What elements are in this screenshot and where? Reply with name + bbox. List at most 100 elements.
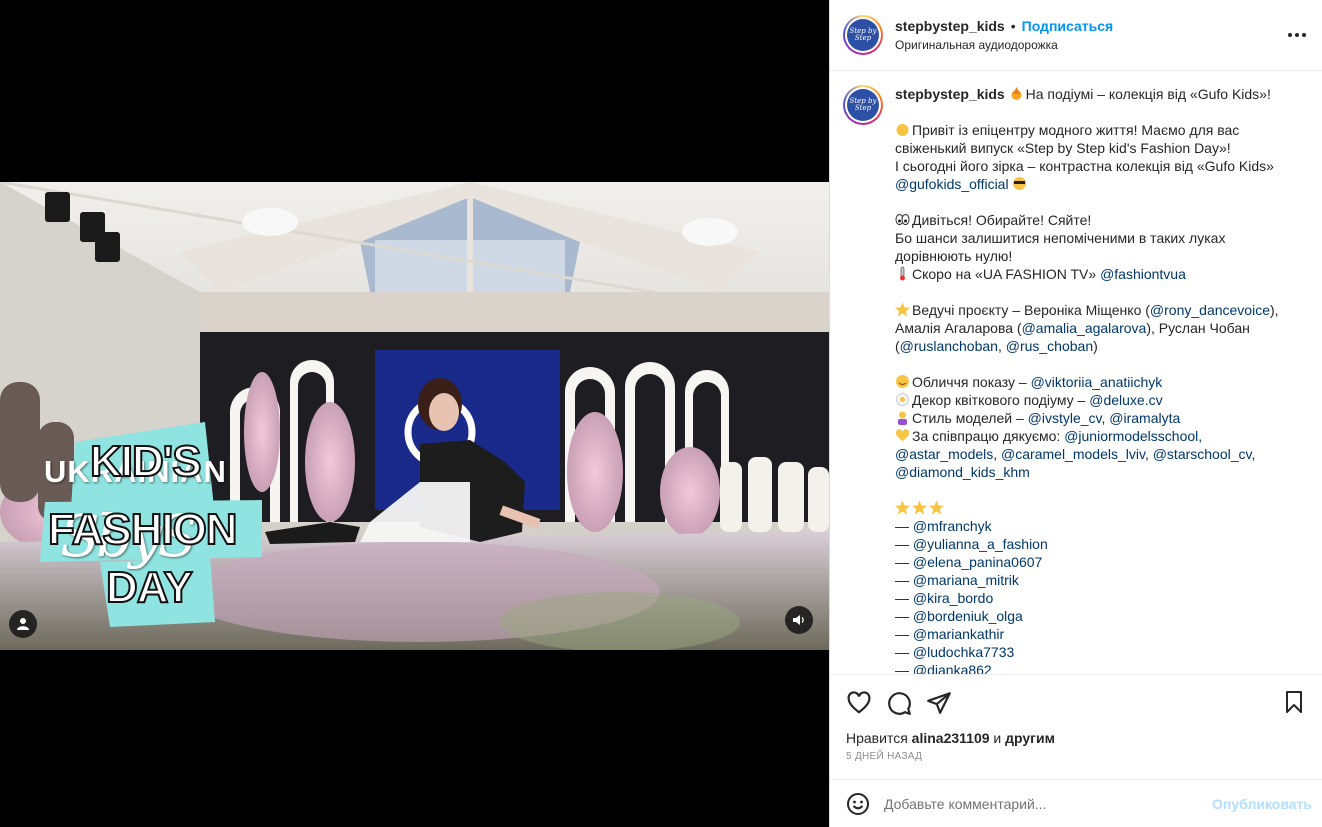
comment-icon[interactable]: [886, 690, 912, 716]
mention-link[interactable]: @fashiontvua: [1100, 266, 1186, 282]
flower-emoji-icon: [896, 393, 909, 406]
caption-area: Step by Step stepbystep_kids На подіумі …: [830, 71, 1322, 675]
liker-username[interactable]: alina231109: [912, 730, 990, 746]
fire-emoji-icon: [1011, 87, 1022, 100]
caption-text-segment: Скоро на «UA FASHION TV»: [912, 266, 1101, 282]
author-avatar[interactable]: Step by Step: [843, 15, 883, 55]
mention-link[interactable]: @bordeniuk_olga: [913, 608, 1023, 624]
likes-conjunction: и: [993, 730, 1002, 746]
caption-text-suffix: ), Руслан Чобан: [1146, 320, 1250, 336]
caption-line: [895, 355, 1295, 373]
bookmark-icon[interactable]: [1282, 690, 1306, 714]
sunglasses-emoji-icon: [1013, 177, 1027, 190]
caption-separator: ,: [1251, 446, 1256, 462]
caption-line: [895, 103, 1295, 121]
speaker-icon: [793, 615, 804, 625]
mention-link[interactable]: @amalia_agalarova: [1022, 320, 1147, 336]
caption-line: За співпрацю дякуємо: @juniormodelsschoo…: [895, 427, 1295, 445]
caption-text-segment: —: [895, 662, 913, 675]
more-options-button[interactable]: [1288, 33, 1306, 37]
mention-link[interactable]: @iramalyta: [1109, 410, 1180, 426]
mention-link[interactable]: @mariankathir: [913, 626, 1004, 642]
comment-input[interactable]: [884, 795, 1204, 812]
mention-link[interactable]: @diamond_kids_khm: [895, 464, 1030, 480]
author-username[interactable]: stepbystep_kids: [895, 18, 1005, 34]
caption-text-segment: На подіумі – колекція від «Gufo Kids»!: [1025, 86, 1271, 102]
wave-emoji-icon: [896, 124, 909, 136]
likes-summary: Нравится alina231109 и другим: [830, 730, 1322, 746]
caption-line: @diamond_kids_khm: [895, 463, 1295, 481]
mention-link[interactable]: @gufokids_official: [895, 176, 1009, 192]
audio-link[interactable]: Оригинальная аудиодорожка: [895, 38, 1113, 52]
mention-link[interactable]: @caramel_models_lviv: [1001, 446, 1145, 462]
caption-text-segment: дорівнюють нулю!: [895, 248, 1013, 264]
mention-link[interactable]: @astar_models: [895, 446, 993, 462]
mention-link[interactable]: @elena_panina0607: [913, 554, 1042, 570]
caption-author-avatar[interactable]: Step by Step: [843, 85, 883, 125]
caption-line: Ведучі проєкту – Вероніка Міщенко (@rony…: [895, 301, 1295, 319]
subscribe-button[interactable]: Подписаться: [1022, 18, 1114, 34]
more-icon: [1288, 33, 1292, 37]
caption-text-segment: —: [895, 644, 913, 660]
mention-link[interactable]: @juniormodelsschool,: [1064, 428, 1202, 444]
separator-dot: •: [1010, 18, 1016, 34]
mention-link[interactable]: @mariana_mitrik: [913, 572, 1019, 588]
avatar-logo: Step by Step: [847, 89, 879, 121]
caption-text-segment: свіженький випуск «Step by Step kid's Fa…: [895, 140, 1231, 156]
caption-line: stepbystep_kids На подіумі – колекція ві…: [895, 85, 1295, 103]
mention-link[interactable]: @yulianna_a_fashion: [913, 536, 1048, 552]
mute-button[interactable]: [785, 606, 813, 634]
mention-link[interactable]: @ivstyle_cv: [1028, 410, 1102, 426]
post-sidebar: Step by Step stepbystep_kids • Подписать…: [829, 0, 1322, 827]
caption-line: @astar_models, @caramel_models_lviv, @st…: [895, 445, 1295, 463]
caption-line: [895, 283, 1295, 301]
caption-line: Скоро на «UA FASHION TV» @fashiontvua: [895, 265, 1295, 283]
star-emoji-icon: [929, 500, 944, 515]
caption-line: — @bordeniuk_olga: [895, 607, 1295, 625]
caption-line: свіженький випуск «Step by Step kid's Fa…: [895, 139, 1295, 157]
caption-line: дорівнюють нулю!: [895, 247, 1295, 265]
mention-link[interactable]: @ruslanchoban: [900, 338, 998, 354]
mention-link[interactable]: @ludochka7733: [913, 644, 1014, 660]
caption-text-segment: —: [895, 572, 913, 588]
star-emoji-icon: [912, 500, 927, 515]
post-header: Step by Step stepbystep_kids • Подписать…: [830, 0, 1322, 71]
caption-text-segment: І сьогодні його зірка – контрастна колек…: [895, 158, 1274, 174]
caption-text-suffix: ),: [1269, 302, 1279, 318]
caption-line: — @mariana_mitrik: [895, 571, 1295, 589]
mention-link[interactable]: @dianka862: [913, 662, 992, 674]
caption-line: [895, 499, 1295, 517]
caption-line: Амалія Агаларова (@amalia_agalarova), Ру…: [895, 319, 1295, 337]
emoji-icon[interactable]: [846, 792, 870, 816]
caption-line: [895, 193, 1295, 211]
overlay-text-day: DAY: [105, 563, 194, 612]
caption-text-segment: Ведучі проєкту – Вероніка Міщенко (: [912, 302, 1150, 318]
user-icon: [17, 618, 29, 630]
mention-link[interactable]: @starschool_cv: [1153, 446, 1252, 462]
likes-others-link[interactable]: другим: [1005, 730, 1055, 746]
heart-icon[interactable]: [846, 690, 872, 716]
mention-link[interactable]: @deluxe.cv: [1089, 392, 1162, 408]
caption-line: Стиль моделей – @ivstyle_cv, @iramalyta: [895, 409, 1295, 427]
mention-link[interactable]: @rus_choban: [1006, 338, 1093, 354]
action-bar: [830, 675, 1322, 731]
caption-line: Декор квіткового подіуму – @deluxe.cv: [895, 391, 1295, 409]
caption-line: — @ludochka7733: [895, 643, 1295, 661]
caption-line: @gufokids_official: [895, 175, 1295, 193]
mention-link[interactable]: @viktoriia_anatiichyk: [1031, 374, 1163, 390]
caption-line: — @mfranchyk: [895, 517, 1295, 535]
mention-link[interactable]: @kira_bordo: [913, 590, 993, 606]
caption-text-segment: Дивіться! Обирайте! Сяйте!: [912, 212, 1092, 228]
user-tag-button[interactable]: [9, 610, 37, 638]
caption-line: Бо шанси залишитися непоміченими в таких…: [895, 229, 1295, 247]
publish-button[interactable]: Опубликовать: [1212, 796, 1312, 812]
share-icon[interactable]: [926, 690, 952, 716]
heart-emoji-icon: [895, 429, 910, 441]
caption-text-segment: Обличчя показу –: [912, 374, 1031, 390]
mention-link[interactable]: @rony_dancevoice: [1150, 302, 1270, 318]
caption-text-segment: —: [895, 554, 913, 570]
mention-link[interactable]: @mfranchyk: [913, 518, 992, 534]
caption-text-segment: Бо шанси залишитися непоміченими в таких…: [895, 230, 1226, 246]
caption-separator: ,: [993, 446, 1002, 462]
caption-username[interactable]: stepbystep_kids: [895, 86, 1005, 102]
